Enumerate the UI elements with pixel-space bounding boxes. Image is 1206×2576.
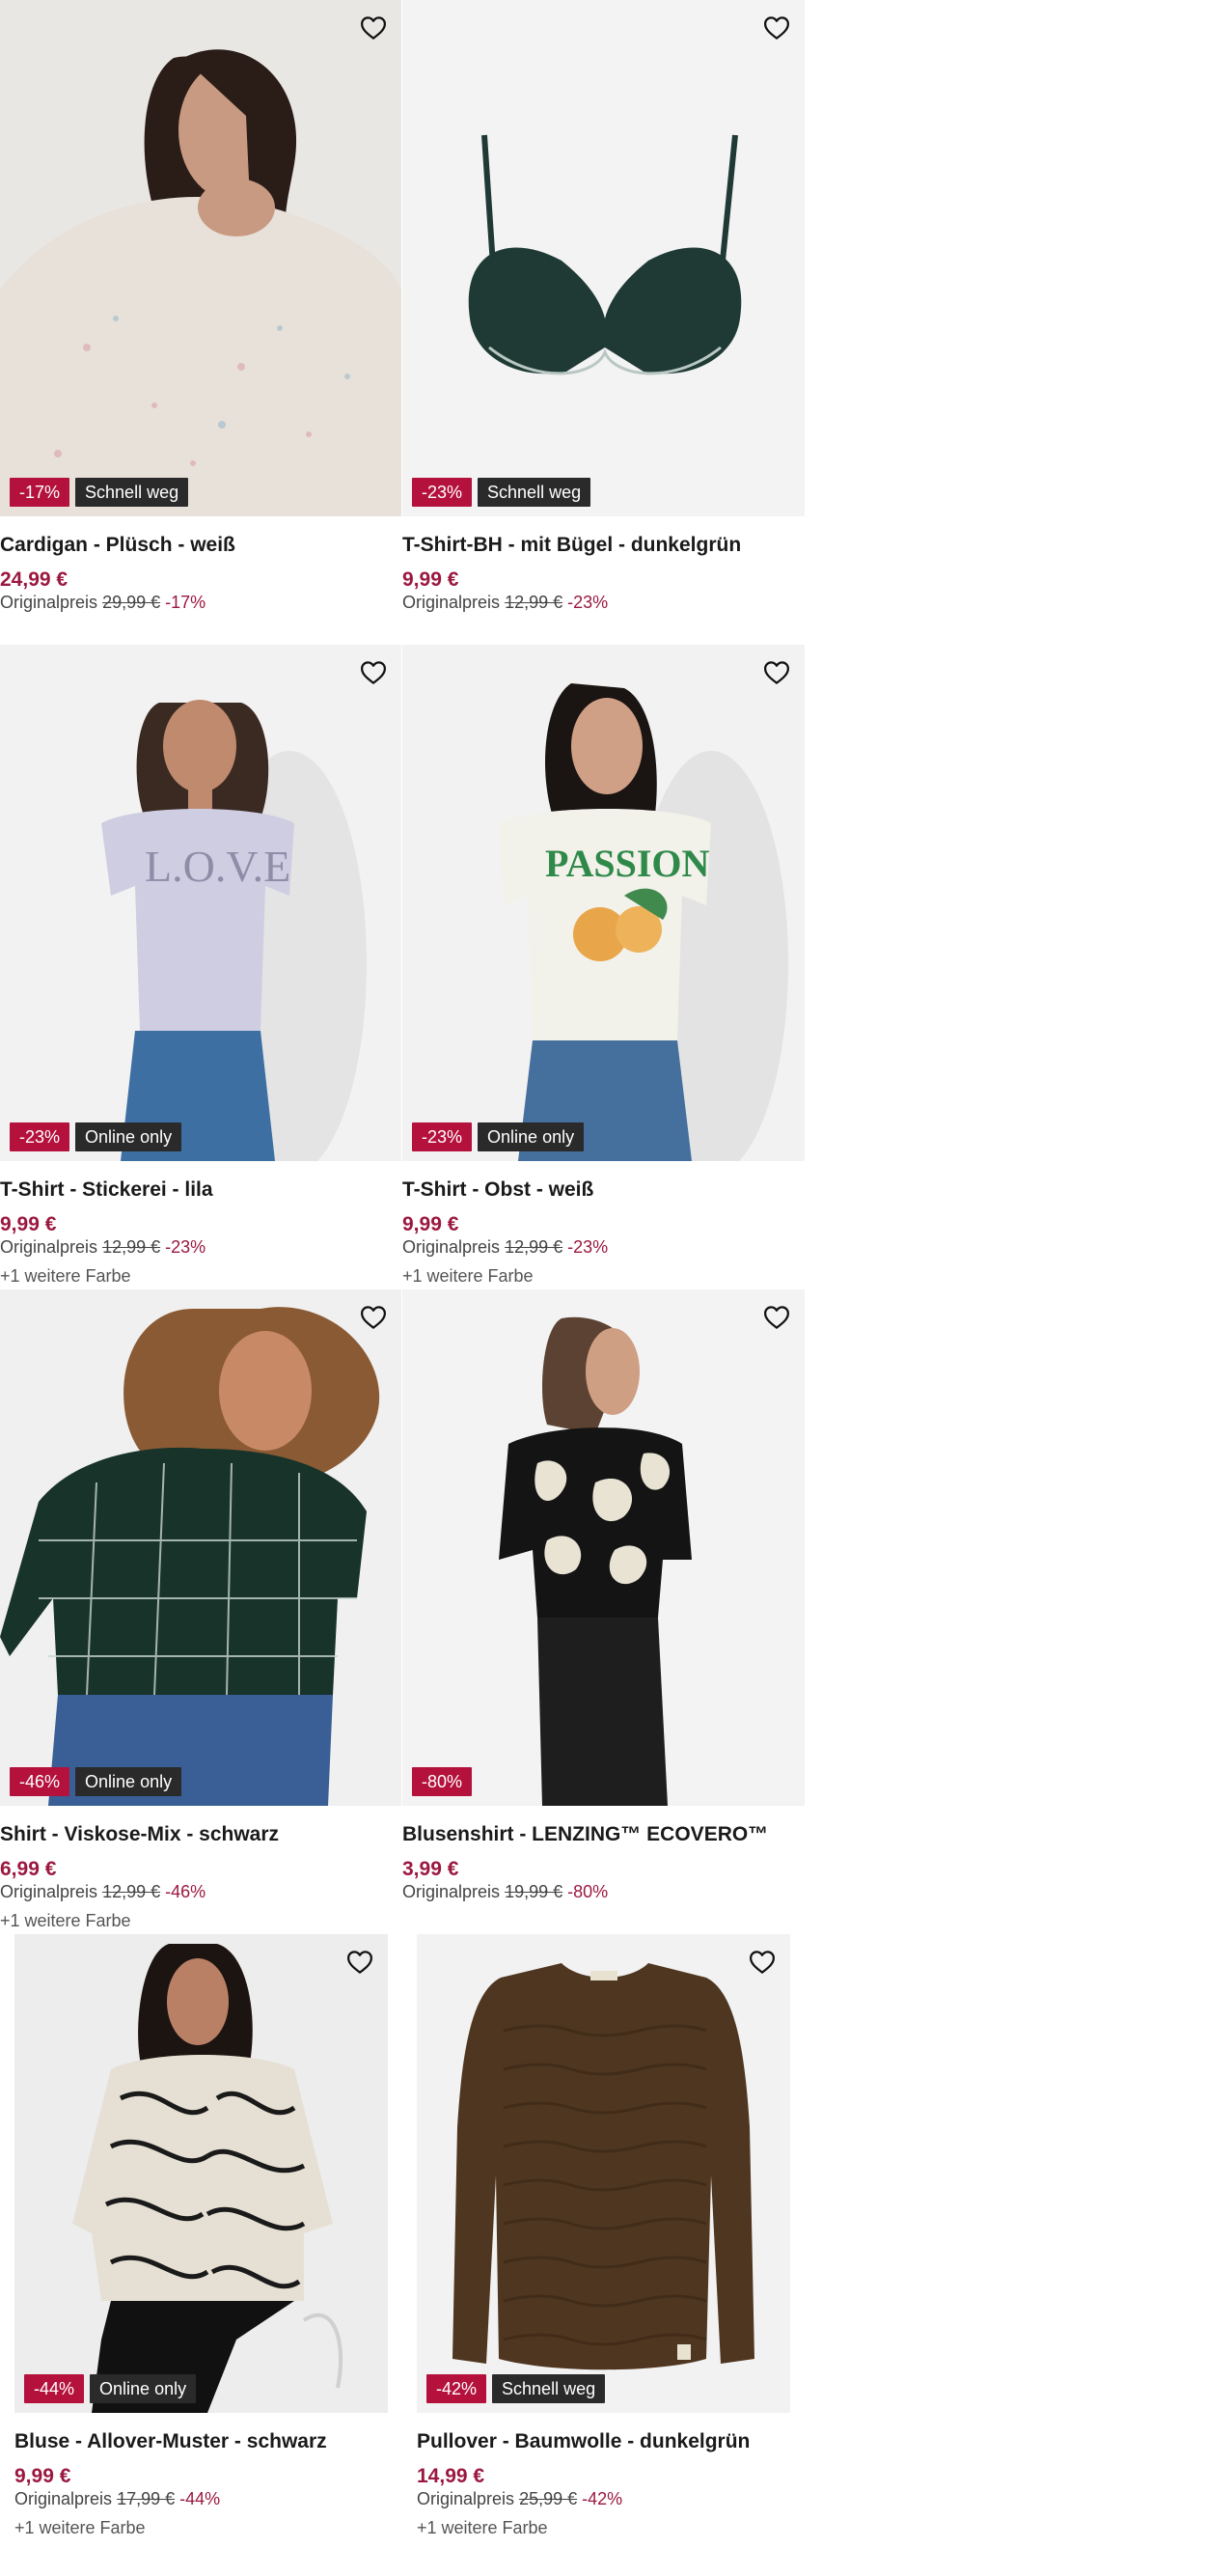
svg-text:PASSION: PASSION bbox=[545, 842, 710, 885]
more-colors-link[interactable]: +1 weitere Farbe bbox=[0, 1911, 131, 1931]
product-image[interactable]: L.O.V.E -23% Online only bbox=[0, 645, 401, 1161]
product-title[interactable]: Bluse - Allover-Muster - schwarz bbox=[14, 2430, 327, 2453]
tag-badge: Online only bbox=[90, 2374, 197, 2403]
discount-badge: -46% bbox=[10, 1767, 70, 1796]
product-image[interactable]: -44% Online only bbox=[14, 1934, 388, 2413]
product-image[interactable]: PASSION -23% Online only bbox=[402, 645, 805, 1161]
product-card[interactable]: L.O.V.E -23% Online only T-Shirt - Stick… bbox=[0, 645, 401, 1289]
product-price: 9,99 € bbox=[0, 1213, 57, 1235]
product-card[interactable]: -46% Online only Shirt - Viskose-Mix - s… bbox=[0, 1289, 401, 1934]
product-image[interactable]: -17% Schnell weg bbox=[0, 0, 401, 516]
more-colors-link[interactable]: +1 weitere Farbe bbox=[417, 2518, 548, 2538]
tag-badge: Online only bbox=[75, 1767, 182, 1796]
discount-badge: -23% bbox=[412, 478, 473, 507]
product-price: 9,99 € bbox=[402, 1213, 459, 1235]
product-card[interactable]: PASSION -23% Online only T-Shirt - Obst … bbox=[402, 645, 805, 1289]
discount-badge: -17% bbox=[10, 478, 70, 507]
product-title[interactable]: T-Shirt - Obst - weiß bbox=[402, 1178, 593, 1202]
original-price: Originalpreis 19,99 € -80% bbox=[402, 1882, 609, 1901]
product-title[interactable]: Blusenshirt - LENZING™ ECOVERO™ bbox=[402, 1823, 768, 1846]
wishlist-heart-icon[interactable] bbox=[343, 1946, 376, 1979]
discount-badge: -80% bbox=[412, 1767, 473, 1796]
product-image[interactable]: -42% Schnell weg bbox=[417, 1934, 790, 2413]
svg-text:L.O.V.E: L.O.V.E bbox=[145, 842, 290, 891]
product-card[interactable]: -42% Schnell weg Pullover - Baumwolle - … bbox=[417, 1934, 790, 2576]
wishlist-heart-icon[interactable] bbox=[357, 656, 390, 689]
tag-badge: Online only bbox=[478, 1122, 585, 1151]
tag-badge: Schnell weg bbox=[75, 478, 189, 507]
product-card[interactable]: -23% Schnell weg T-Shirt-BH - mit Bügel … bbox=[402, 0, 805, 645]
product-price: 6,99 € bbox=[0, 1858, 57, 1880]
product-card[interactable]: -44% Online only Bluse - Allover-Muster … bbox=[14, 1934, 388, 2576]
product-card[interactable]: -80% Blusenshirt - LENZING™ ECOVERO™ 3,9… bbox=[402, 1289, 805, 1934]
original-price: Originalpreis 29,99 € -17% bbox=[0, 593, 206, 612]
product-card[interactable]: -17% Schnell weg Cardigan - Plüsch - wei… bbox=[0, 0, 401, 645]
tag-badge: Schnell weg bbox=[492, 2374, 606, 2403]
product-price: 14,99 € bbox=[417, 2465, 485, 2487]
product-image[interactable]: -80% bbox=[402, 1289, 805, 1806]
original-price: Originalpreis 12,99 € -23% bbox=[402, 1237, 609, 1257]
product-title[interactable]: Pullover - Baumwolle - dunkelgrün bbox=[417, 2430, 750, 2453]
original-price: Originalpreis 12,99 € -23% bbox=[0, 1237, 206, 1257]
product-title[interactable]: T-Shirt-BH - mit Bügel - dunkelgrün bbox=[402, 534, 741, 557]
discount-badge: -44% bbox=[24, 2374, 85, 2403]
product-title[interactable]: T-Shirt - Stickerei - lila bbox=[0, 1178, 213, 1202]
product-image[interactable]: -46% Online only bbox=[0, 1289, 401, 1806]
more-colors-link[interactable]: +1 weitere Farbe bbox=[0, 1266, 131, 1287]
tag-badge: Schnell weg bbox=[478, 478, 591, 507]
tag-badge: Online only bbox=[75, 1122, 182, 1151]
discount-badge: -42% bbox=[426, 2374, 487, 2403]
original-price: Originalpreis 12,99 € -46% bbox=[0, 1882, 206, 1901]
product-title[interactable]: Shirt - Viskose-Mix - schwarz bbox=[0, 1823, 279, 1846]
original-price: Originalpreis 12,99 € -23% bbox=[402, 593, 609, 612]
original-price: Originalpreis 25,99 € -42% bbox=[417, 2489, 623, 2508]
wishlist-heart-icon[interactable] bbox=[357, 12, 390, 44]
wishlist-heart-icon[interactable] bbox=[746, 1946, 779, 1979]
product-title[interactable]: Cardigan - Plüsch - weiß bbox=[0, 534, 235, 557]
wishlist-heart-icon[interactable] bbox=[760, 656, 793, 689]
more-colors-link[interactable]: +1 weitere Farbe bbox=[14, 2518, 146, 2538]
product-price: 9,99 € bbox=[14, 2465, 71, 2487]
original-price: Originalpreis 17,99 € -44% bbox=[14, 2489, 221, 2508]
more-colors-link[interactable]: +1 weitere Farbe bbox=[402, 1266, 534, 1287]
product-price: 24,99 € bbox=[0, 568, 69, 591]
product-price: 3,99 € bbox=[402, 1858, 459, 1880]
product-price: 9,99 € bbox=[402, 568, 459, 591]
discount-badge: -23% bbox=[10, 1122, 70, 1151]
wishlist-heart-icon[interactable] bbox=[760, 12, 793, 44]
discount-badge: -23% bbox=[412, 1122, 473, 1151]
wishlist-heart-icon[interactable] bbox=[760, 1301, 793, 1334]
wishlist-heart-icon[interactable] bbox=[357, 1301, 390, 1334]
product-image[interactable]: -23% Schnell weg bbox=[402, 0, 805, 516]
